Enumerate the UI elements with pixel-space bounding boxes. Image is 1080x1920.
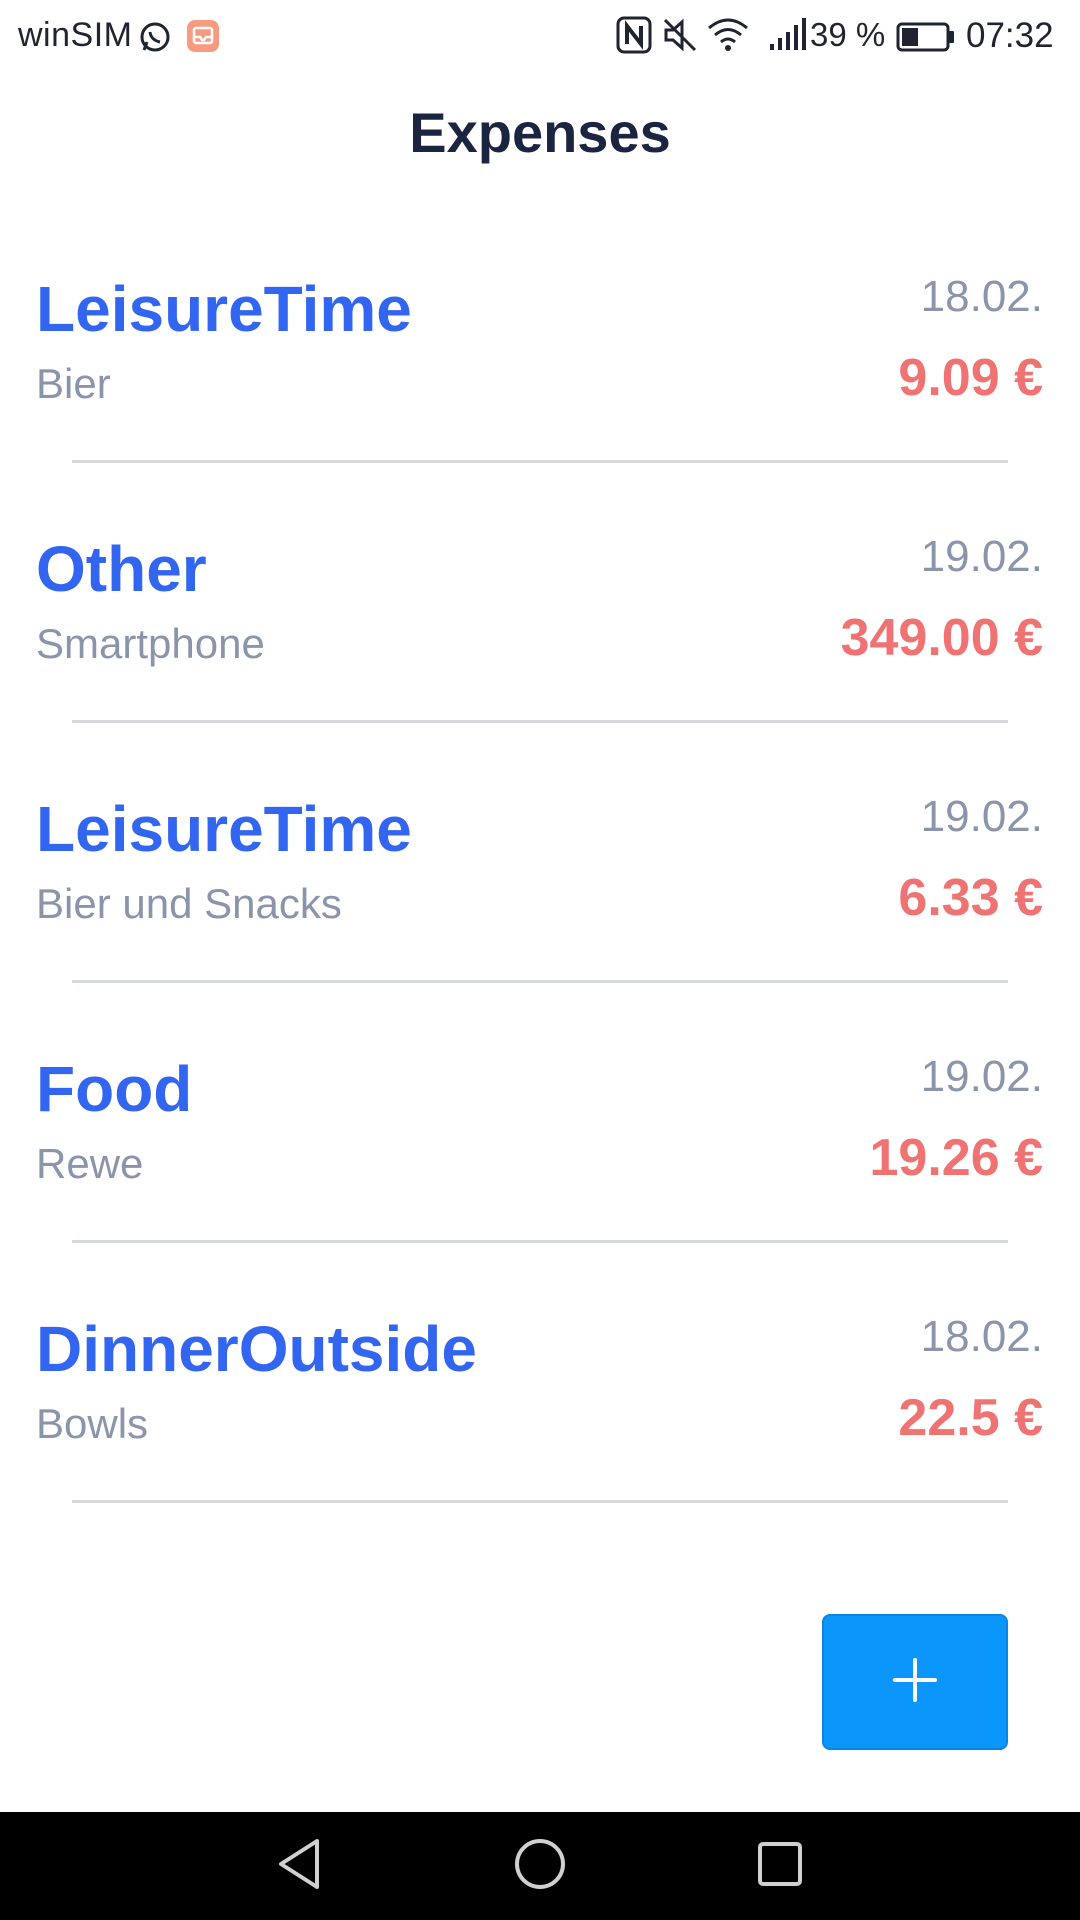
expense-amount: 9.09 € (898, 349, 1043, 407)
expense-category: Other (36, 533, 207, 605)
recent-apps-button[interactable] (748, 1834, 812, 1898)
expense-date: 19.02. (920, 792, 1043, 841)
expense-description: Smartphone (36, 620, 265, 667)
expense-amount: 349.00 € (840, 609, 1043, 667)
whatsapp-icon (138, 20, 172, 59)
expense-description: Rewe (36, 1140, 144, 1187)
back-button[interactable] (268, 1834, 332, 1898)
expense-date: 18.02. (920, 1312, 1043, 1361)
divider (72, 460, 1008, 463)
divider (72, 1240, 1008, 1243)
wifi-icon (706, 16, 750, 59)
navigation-bar (0, 1812, 1080, 1920)
expense-date: 19.02. (920, 532, 1043, 581)
expense-list: LeisureTime Bier 18.02. 9.09 € Other Sma… (0, 230, 1080, 1530)
divider (72, 1500, 1008, 1503)
notification-icon (186, 19, 220, 58)
nfc-icon (616, 16, 652, 59)
recent-apps-icon (755, 1839, 805, 1894)
expense-item[interactable]: LeisureTime Bier 18.02. 9.09 € (0, 230, 1080, 490)
expense-item[interactable]: Food Rewe 19.02. 19.26 € (0, 1010, 1080, 1270)
divider (72, 980, 1008, 983)
expense-category: Food (36, 1053, 193, 1125)
add-expense-button[interactable] (822, 1614, 1008, 1750)
expense-description: Bowls (36, 1400, 149, 1447)
back-icon (275, 1837, 325, 1896)
signal-icon (768, 16, 808, 59)
expense-category: DinnerOutside (36, 1313, 477, 1385)
expense-description: Bier (36, 360, 111, 407)
home-icon (513, 1837, 567, 1896)
home-button[interactable] (508, 1834, 572, 1898)
battery-percent: 39 % (810, 16, 886, 53)
expense-item[interactable]: Other Smartphone 19.02. 349.00 € (0, 490, 1080, 750)
divider (72, 720, 1008, 723)
expense-category: LeisureTime (36, 793, 412, 865)
expense-date: 18.02. (920, 272, 1043, 321)
page-title: Expenses (409, 101, 671, 164)
expense-amount: 22.5 € (898, 1389, 1043, 1447)
expense-date: 19.02. (920, 1052, 1043, 1101)
clock: 07:32 (966, 16, 1054, 55)
expense-amount: 6.33 € (898, 869, 1043, 927)
status-bar: winSIM 39 % 07:32 (0, 0, 1080, 72)
expense-amount: 19.26 € (869, 1129, 1044, 1187)
carrier-name: winSIM (18, 16, 133, 54)
mute-icon (662, 16, 698, 59)
expense-description: Bier und Snacks (36, 880, 342, 927)
plus-icon (893, 1657, 937, 1707)
battery-icon (896, 22, 956, 57)
expense-category: LeisureTime (36, 273, 412, 345)
expense-item[interactable]: DinnerOutside Bowls 18.02. 22.5 € (0, 1270, 1080, 1530)
expense-item[interactable]: LeisureTime Bier und Snacks 19.02. 6.33 … (0, 750, 1080, 1010)
